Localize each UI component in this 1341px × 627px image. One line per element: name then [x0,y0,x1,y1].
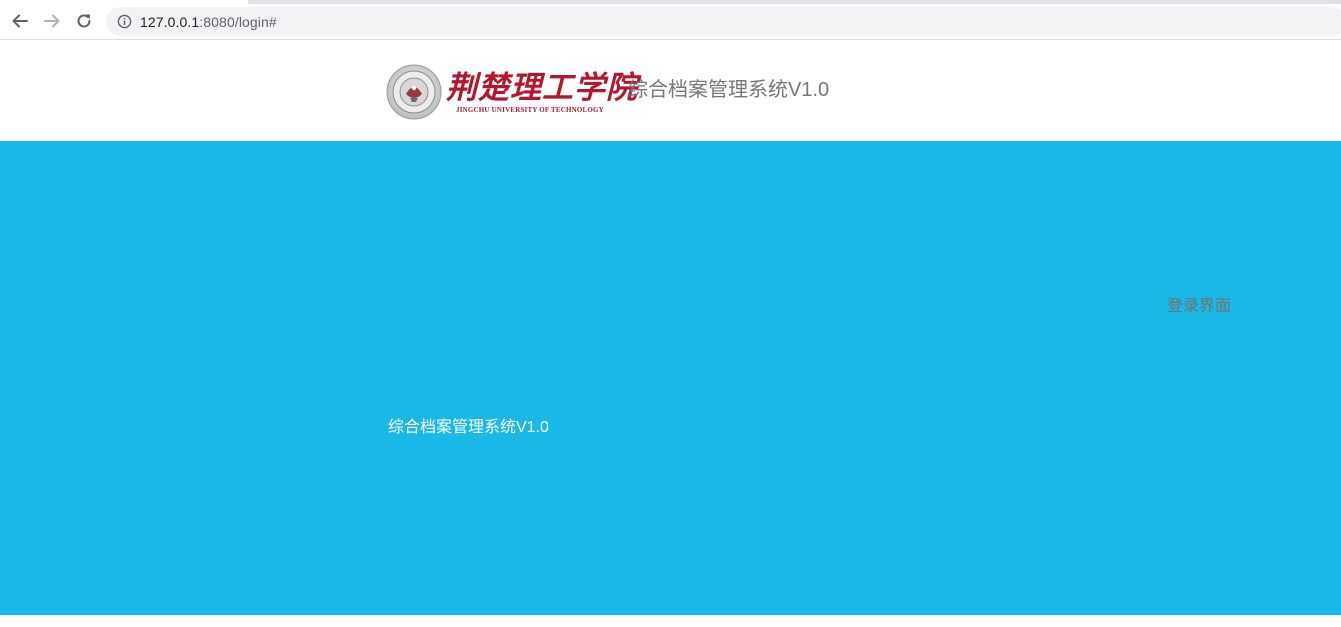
login-label: 登录界面 [1167,298,1232,315]
university-logo: 荆楚理工学院 JINGCHU UNIVERSITY OF TECHNOLOGY [386,63,637,121]
reload-icon [77,14,91,28]
header-title: 综合档案管理系统V1.0 [628,79,830,101]
url-text: 127.0.0.1:8080/login# [140,14,277,30]
school-name-cn: 荆楚理工学院 [446,70,638,106]
system-name: 综合档案管理系统V1.0 [388,419,549,436]
arrow-left-icon [12,14,28,28]
school-name-en: JINGCHU UNIVERSITY OF TECHNOLOGY [456,106,604,114]
login-panel: 登录界面 综合档案管理系统V1.0 [0,141,1341,615]
reload-button[interactable] [73,10,95,32]
address-bar[interactable]: 127.0.0.1:8080/login# [106,7,1341,36]
arrow-right-icon [44,14,60,28]
tab-strip [248,0,1341,4]
university-seal-logo [386,64,442,120]
url-path: :8080/login# [199,13,277,30]
info-icon[interactable] [116,14,132,30]
back-button[interactable] [9,10,31,32]
url-host: 127.0.0.1 [140,13,200,30]
page-header: 荆楚理工学院 JINGCHU UNIVERSITY OF TECHNOLOGY … [0,41,1341,141]
forward-button[interactable] [41,10,63,32]
school-name: 荆楚理工学院 JINGCHU UNIVERSITY OF TECHNOLOGY [446,70,637,114]
browser-toolbar: 127.0.0.1:8080/login# [0,0,1341,40]
